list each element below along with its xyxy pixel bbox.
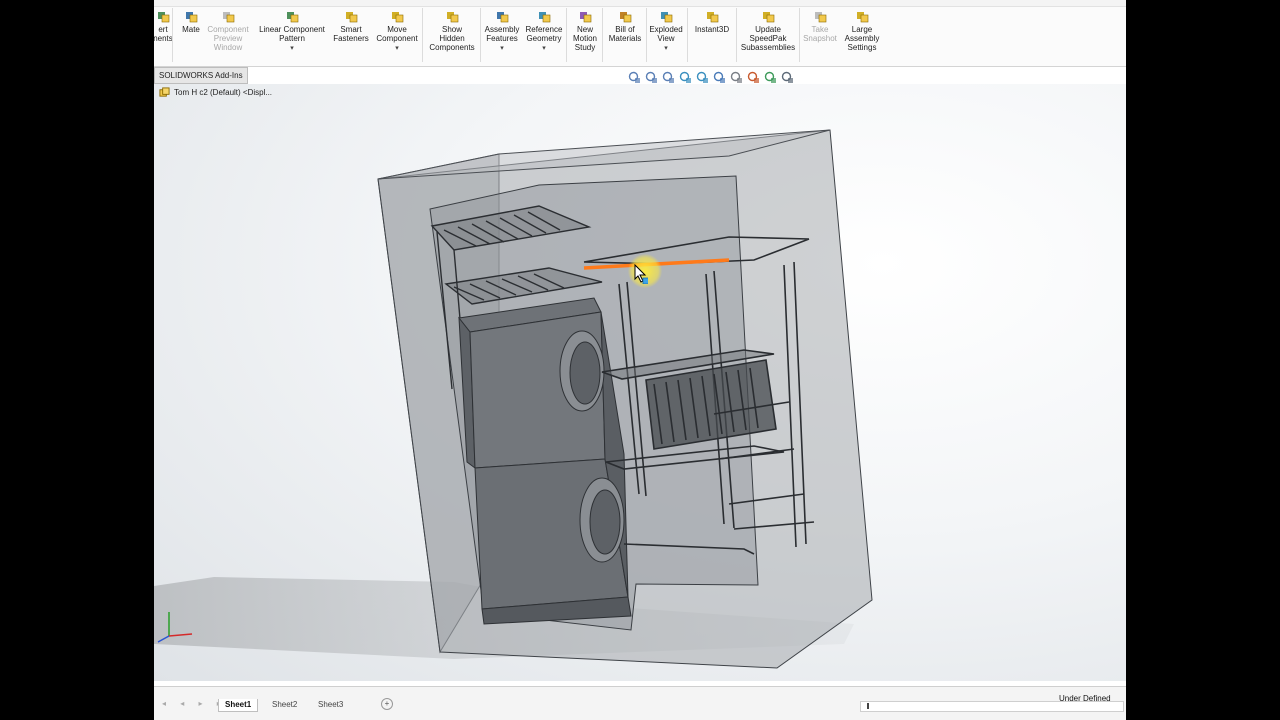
motion-study-button[interactable]: New Motion Study: [570, 10, 600, 52]
linear-pattern-icon: [286, 12, 298, 23]
display-style-icon[interactable]: [713, 71, 726, 84]
large-assembly-button[interactable]: Large Assembly Settings: [842, 10, 882, 52]
tab-solidworks-addins[interactable]: SOLIDWORKS Add-Ins: [154, 67, 248, 84]
component-preview-button: Component Preview Window: [206, 10, 250, 52]
smart-fasteners-button[interactable]: Smart Fasteners: [332, 10, 370, 43]
ribbon-separator: [736, 8, 737, 62]
ribbon-button-label: Move Component: [376, 25, 418, 43]
insert-components-icon: [157, 12, 169, 23]
ribbon-button-label: Show Hidden Components: [429, 25, 475, 52]
stacked-washer-dryer: [458, 297, 632, 625]
smart-fasteners-icon: [345, 12, 357, 23]
mate-icon: [185, 12, 197, 23]
ribbon-separator: [602, 8, 603, 62]
camera-button: Take Snapshot: [802, 10, 838, 43]
apply-scene-icon[interactable]: [764, 71, 777, 84]
chevron-down-icon[interactable]: ▾: [256, 44, 328, 53]
tab-sheet-2[interactable]: Sheet2: [266, 699, 303, 711]
ribbon-button-label: Linear Component Pattern: [259, 25, 325, 43]
assembly-model[interactable]: [154, 84, 1126, 681]
ribbon-button-label: Bill of Materials: [608, 25, 642, 43]
ribbon-separator: [799, 8, 800, 62]
bill-of-materials-icon: [619, 12, 631, 23]
move-component-button[interactable]: Move Component ▾: [374, 10, 420, 53]
speedpak-button[interactable]: Update SpeedPak Subassemblies: [738, 10, 798, 52]
large-assembly-icon: [856, 12, 868, 23]
exploded-view-button[interactable]: Exploded View ▾: [648, 10, 684, 53]
linear-pattern-button[interactable]: Linear Component Pattern ▾: [256, 10, 328, 53]
ribbon-button-label: Smart Fasteners: [333, 25, 369, 43]
hide-show-items-icon[interactable]: [730, 71, 743, 84]
edit-appearance-icon[interactable]: [747, 71, 760, 84]
view-orientation-icon[interactable]: [696, 71, 709, 84]
graphics-area[interactable]: Tom H c2 (Default) <Displ...: [154, 71, 1126, 681]
ribbon-separator: [480, 8, 481, 62]
view-settings-icon[interactable]: [781, 71, 794, 84]
ribbon-separator: [422, 8, 423, 62]
tab-sheet-1[interactable]: Sheet1: [218, 699, 259, 712]
ribbon-button-label: Instant3D: [694, 25, 730, 34]
reference-geometry-button[interactable]: Reference Geometry ▾: [524, 10, 564, 53]
zoom-to-area-icon[interactable]: [645, 71, 658, 84]
ribbon-button-label: ert nents: [154, 25, 173, 43]
instant3d-icon: [706, 12, 718, 23]
ribbon-separator: [566, 8, 567, 62]
show-hidden-icon: [446, 12, 458, 23]
mate-button[interactable]: Mate: [180, 10, 202, 34]
component-preview-icon: [222, 12, 234, 23]
assembly-features-icon: [496, 12, 508, 23]
instant3d-button[interactable]: Instant3D: [690, 10, 734, 34]
chevron-down-icon[interactable]: ▾: [648, 44, 684, 53]
camera-icon: [814, 12, 826, 23]
speedpak-icon: [762, 12, 774, 23]
bill-of-materials-button[interactable]: Bill of Materials: [606, 10, 644, 43]
ribbon-button-label: Mate: [182, 25, 200, 34]
move-component-icon: [391, 12, 403, 23]
chevron-down-icon[interactable]: ▾: [524, 44, 564, 53]
ribbon-separator: [646, 8, 647, 62]
command-manager-ribbon: ert nents Mate Component Preview Window Lin…: [154, 0, 1126, 67]
ribbon-button-label: Update SpeedPak Subassemblies: [740, 25, 796, 52]
section-view-icon[interactable]: [679, 71, 692, 84]
ribbon-button-label: Reference Geometry: [525, 25, 563, 43]
ribbon-separator: [172, 8, 173, 62]
reference-geometry-icon: [538, 12, 550, 23]
bottom-status-bar: ◂ ◂ ▸ ▸ Sheet1 Sheet2 Sheet3 + Under Defin…: [154, 686, 1126, 720]
assembly-features-button[interactable]: Assembly Features ▾: [484, 10, 520, 53]
chevron-down-icon[interactable]: ▾: [374, 44, 420, 53]
previous-view-icon[interactable]: [662, 71, 675, 84]
chevron-down-icon[interactable]: ▾: [484, 44, 520, 53]
ribbon-button-label: Large Assembly Settings: [844, 25, 880, 52]
add-sheet-button[interactable]: +: [381, 698, 393, 710]
ribbon-button-label: New Motion Study: [572, 25, 597, 52]
ribbon-button-label: Assembly Features: [484, 25, 520, 43]
tab-sheet-3[interactable]: Sheet3: [312, 699, 349, 711]
exploded-view-icon: [660, 12, 672, 23]
zoom-to-fit-icon[interactable]: [628, 71, 641, 84]
solidworks-window: ert nents Mate Component Preview Window Lin…: [154, 0, 1126, 720]
show-hidden-button[interactable]: Show Hidden Components: [424, 10, 480, 52]
ribbon-button-label: Take Snapshot: [803, 25, 837, 43]
motion-study-icon: [579, 12, 591, 23]
ribbon-button-label: Exploded View: [649, 25, 683, 43]
ribbon-button-label: Component Preview Window: [207, 25, 249, 52]
status-text: Under Defined: [1059, 694, 1111, 703]
heads-up-view-toolbar: [628, 71, 794, 84]
ribbon-separator: [687, 8, 688, 62]
mouse-pointer-icon: [634, 264, 648, 284]
